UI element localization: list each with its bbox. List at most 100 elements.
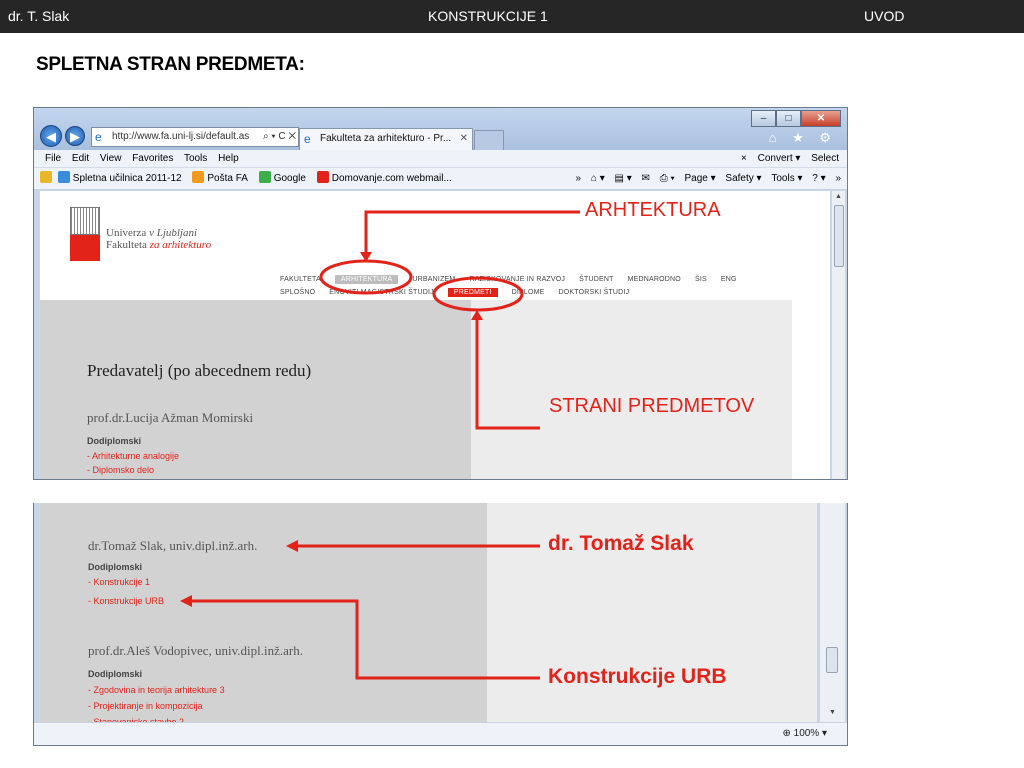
slide-author: dr. T. Slak [8,8,70,24]
subnav-diplome[interactable]: DIPLOME [512,289,545,296]
convert-button[interactable]: Convert ▾ [758,153,801,164]
print-button[interactable]: ⎙ ▾ [660,173,675,184]
sub-nav: SPLOŠNO ENOVITI MAGISTRSKI ŠTUDIJ PREDMETI… [280,288,643,297]
annotation-tomaz-slak: dr. Tomaž Slak [548,532,694,555]
lecturer-name: prof.dr.Aleš Vodopivec, univ.dipl.inž.ar… [88,643,303,658]
new-tab-button[interactable] [474,130,504,150]
browser-window-2: dr.Tomaž Slak, univ.dipl.inž.arh. Dodipl… [33,503,848,746]
status-bar: ⊕ 100% ▾ [34,722,847,745]
slide-section: UVOD [864,8,905,24]
university-logo[interactable] [70,207,100,261]
annotation-konstrukcije-urb: Konstrukcije URB [548,665,727,688]
tools-menu[interactable]: Tools ▾ [771,173,802,184]
safety-menu[interactable]: Safety ▾ [725,173,761,184]
favorite-link[interactable]: Domovanje.com webmail... [316,171,452,184]
forward-icon[interactable]: ▶ [65,126,85,146]
nav-eng[interactable]: ENG [721,276,737,283]
menu-favorites[interactable]: Favorites [132,153,173,164]
lecturer-name: prof.dr.Lucija Ažman Momirski [87,410,254,425]
lecturer-name-slak: dr.Tomaž Slak, univ.dipl.inž.arh. [88,538,258,553]
favorite-label: Spletna učilnica 2011-12 [72,173,182,184]
university-name: Univerza v Ljubljani Fakulteta za arhite… [106,227,211,251]
scroll-thumb[interactable] [834,205,844,267]
address-tools[interactable]: ⌕ ▾ C ✕ [263,128,296,146]
toolbar-icons[interactable]: ⌂ ★ ⚙ [769,130,837,146]
subnav-predmeti[interactable]: PREDMETI [447,288,498,297]
course-link[interactable]: - Arhitekturne analogije [87,451,179,461]
scroll-down-icon[interactable]: ▼ [829,709,836,716]
ie-icon: e [95,130,102,144]
menu-help[interactable]: Help [218,153,239,164]
menu-bar: File Edit View Favorites Tools Help × Co… [34,150,847,168]
feeds-button[interactable]: ▤ ▾ [615,173,632,184]
logo-building-icon [70,207,100,235]
browser-titlebar: – □ ✕ ◀ ▶ e http://www.fa.uni-lj.si/defa… [34,108,847,150]
faculty-name: za arhitekturo [149,239,212,251]
google-icon [258,171,271,183]
nav-urbanizem[interactable]: URBANIZEM [412,276,455,283]
nav-fakulteta[interactable]: FAKULTETA [280,276,321,283]
vertical-scrollbar[interactable]: ▲ [831,191,845,479]
ie-icon: e [304,132,311,146]
ie-icon [57,171,70,183]
nav-raziskovanje[interactable]: RAZISKOVANJE IN RAZVOJ [469,276,565,283]
slide-heading: SPLETNA STRAN PREDMETA: [36,54,305,75]
menu-tools[interactable]: Tools [184,153,207,164]
nav-student[interactable]: ŠTUDENT [579,276,613,283]
university-label: Univerza [106,227,150,239]
chevron-icon[interactable]: » [835,173,841,184]
page-title: Predavatelj (po abecednem redu) [87,361,312,380]
study-level: Dodiplomski [87,436,142,446]
course-link[interactable]: - Projektiranje in kompozicija [88,701,203,711]
favorite-link[interactable]: Google [258,171,306,184]
back-icon[interactable]: ◀ [40,125,62,147]
subnav-enoviti[interactable]: ENOVITI MAGISTRSKI ŠTUDIJ [329,289,434,296]
command-bar: » ⌂ ▾ ▤ ▾ ✉ ⎙ ▾ Page ▾ Safety ▾ Tools ▾ … [569,168,841,190]
course-link[interactable]: - Konstrukcije 1 [88,577,150,587]
browser-tab[interactable]: e Fakulteta za arhitekturo - Pr... ✕ [299,128,473,150]
side-panel [471,300,792,479]
favorite-label: Pošta FA [207,173,248,184]
menu-edit[interactable]: Edit [72,153,89,164]
select-button[interactable]: Select [811,153,839,164]
address-bar[interactable]: e http://www.fa.uni-lj.si/default.as ⌕ ▾… [91,127,299,147]
tab-title: Fakulteta za arhitekturo - Pr... [320,133,452,144]
favorite-link[interactable]: Spletna učilnica 2011-12 [57,171,182,184]
home-button[interactable]: ⌂ ▾ [591,173,605,184]
scroll-up-icon[interactable]: ▲ [835,193,842,200]
favorite-link[interactable]: Pošta FA [192,171,248,184]
favorites-star-icon[interactable] [40,171,52,183]
chevron-icon[interactable]: » [576,173,582,184]
menu-file[interactable]: File [45,153,61,164]
nav-arhitektura[interactable]: ARHITEKTURA [334,275,399,284]
annotation-arhitektura: ARHTEKTURA [585,199,721,221]
study-level: Dodiplomski [88,562,143,572]
course-link[interactable]: - Zgodovina in teorija arhitekture 3 [88,685,225,695]
menu-view[interactable]: View [100,153,122,164]
page-menu[interactable]: Page ▾ [684,173,715,184]
mail-button[interactable]: ✉ [642,173,650,184]
university-v: v [149,227,157,239]
course-link[interactable]: - Diplomsko delo [87,465,154,475]
maximize-button[interactable]: □ [776,110,801,127]
domovanje-icon [316,171,329,183]
close-button[interactable]: ✕ [801,110,841,127]
nav-sis[interactable]: ŠIS [695,276,707,283]
nav-mednarodno[interactable]: MEDNARODNO [628,276,681,283]
course-link-konstrukcije-urb[interactable]: - Konstrukcije URB [88,596,164,606]
zoom-level[interactable]: ⊕ 100% ▾ [782,728,827,739]
subnav-doktorski[interactable]: DOKTORSKI ŠTUDIJ [559,289,630,296]
tab-close-icon[interactable]: ✕ [460,129,468,149]
slide-course-title: KONSTRUKCIJE 1 [428,8,548,24]
annotation-strani-predmetov: STRANI PREDMETOV [549,395,755,417]
address-text: http://www.fa.uni-lj.si/default.as [112,131,250,142]
favorite-label: Domovanje.com webmail... [331,173,452,184]
mail-icon [192,171,205,183]
minimize-button[interactable]: – [751,110,776,127]
subnav-splosno[interactable]: SPLOŠNO [280,289,315,296]
scroll-thumb[interactable] [826,647,838,673]
close-toolbar-icon[interactable]: × [741,153,747,164]
help-menu[interactable]: ? ▾ [812,173,825,184]
vertical-scrollbar[interactable]: ▼ [819,503,845,722]
window-controls: – □ ✕ [751,110,841,127]
